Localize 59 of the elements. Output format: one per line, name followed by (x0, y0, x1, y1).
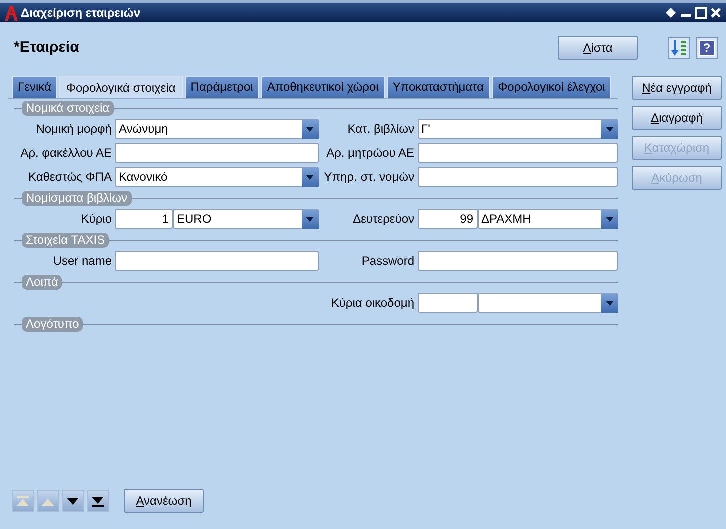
field-label: Αρ. φακέλλου ΑΕ (20, 145, 113, 162)
section-legend: Λοιπά (22, 275, 62, 290)
input-field[interactable] (418, 251, 618, 271)
input-field[interactable] (115, 251, 318, 271)
caret-icon (306, 126, 314, 132)
dropdown-field[interactable]: Κανονικό (115, 167, 318, 187)
code-field[interactable] (418, 293, 478, 313)
action-button[interactable]: Διαγραφή (632, 106, 722, 130)
section-legend: Λογότυπο (22, 317, 84, 332)
field-label: Υπηρ. στ. νομών (323, 169, 416, 186)
dropdown-button[interactable] (601, 120, 618, 138)
page-heading: *Εταιρεία (14, 38, 80, 58)
refresh-button[interactable]: Ανανέωση (124, 489, 204, 513)
caret-icon (306, 174, 314, 180)
dropdown-button[interactable] (601, 294, 618, 312)
caret-icon (606, 216, 614, 222)
first-arrow-icon (17, 496, 29, 506)
field-label: Αρ. μητρώου ΑΕ (326, 145, 416, 162)
maximize-icon[interactable] (695, 6, 707, 18)
field-label: Καθεστώς ΦΠΑ (27, 169, 113, 186)
down-arrow-icon (67, 496, 79, 506)
caret-icon (606, 126, 614, 132)
caret-icon (306, 216, 314, 222)
code-field[interactable]: 1 (115, 209, 173, 229)
action-button[interactable]: Νέα εγγραφή (632, 76, 722, 100)
dropdown-field[interactable]: Ανώνυμη (115, 119, 318, 139)
field-label: Κατ. βιβλίων (346, 121, 416, 138)
caret-icon (606, 300, 614, 306)
dropdown-field[interactable]: Γ' (418, 119, 618, 139)
field-label: Password (360, 253, 416, 270)
logo-icon (4, 4, 18, 20)
section-legend: Νομικά στοιχεία (22, 101, 114, 116)
tab[interactable]: Αποθηκευτικοί χώροι (261, 76, 385, 98)
input-field[interactable] (115, 143, 318, 163)
input-field[interactable] (418, 167, 618, 187)
section-legend: Νομίσματα βιβλίων (22, 191, 132, 206)
tab[interactable]: Γενικά (12, 76, 58, 98)
code-field[interactable]: 99 (418, 209, 478, 229)
last-arrow-icon (92, 496, 104, 506)
window-title: Διαχείριση εταιρειών (21, 4, 142, 22)
nav-last-button[interactable] (87, 490, 109, 512)
help-button[interactable]: ? (696, 37, 718, 59)
tab[interactable]: Φορολογικοί έλεγχοι (492, 76, 612, 98)
dropdown-button[interactable] (601, 210, 618, 228)
tab[interactable]: Φορολογικά στοιχεία (59, 76, 183, 98)
tab[interactable]: Παράμετροι (184, 76, 260, 98)
input-field[interactable] (418, 143, 618, 163)
list-button[interactable]: Λίστα (558, 36, 638, 60)
field-label: User name (52, 253, 113, 270)
field-label: Κύρια οικοδομή (330, 295, 416, 312)
nav-next-button[interactable] (62, 490, 84, 512)
download-icon[interactable] (668, 37, 690, 59)
field-label: Νομική μορφή (35, 121, 113, 138)
section-legend: Στοιχεία TAXIS (22, 233, 110, 248)
field-label: Κύριο (80, 211, 113, 228)
field-label: Δευτερεύον (352, 211, 416, 228)
restore-icon[interactable] (665, 6, 677, 18)
tab[interactable]: Υποκαταστήματα (386, 76, 490, 98)
close-icon[interactable] (710, 6, 722, 18)
